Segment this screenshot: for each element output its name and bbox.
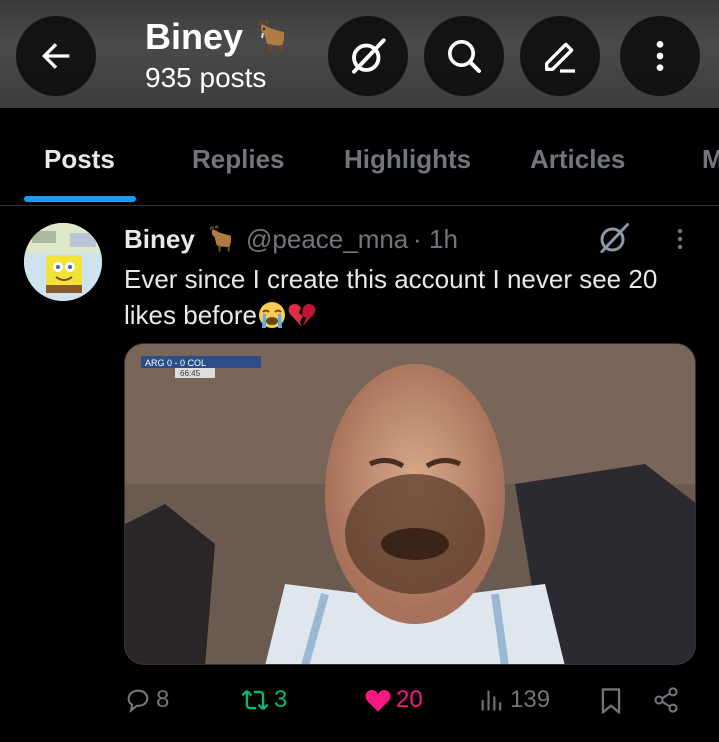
post-author-name[interactable]: Biney [124,224,195,255]
more-options-button[interactable] [620,16,700,96]
grok-icon [352,38,386,74]
post-timestamp[interactable]: 1h [429,224,458,255]
media-photo: ARG 0 - 0 COL 66:45 [125,344,695,664]
tab-articles[interactable]: Articles [530,144,625,175]
goat-emoji-icon [258,19,284,51]
share-icon [654,687,678,713]
repost-button[interactable]: 3 [240,686,287,714]
like-button[interactable]: 20 [364,686,423,714]
share-button[interactable] [652,686,684,714]
heart-icon [365,690,391,712]
active-tab-indicator [24,196,136,202]
tab-highlights[interactable]: Highlights [344,144,471,175]
broken-heart-icon [288,304,316,327]
edit-profile-button[interactable] [520,16,600,96]
tab-media[interactable]: M [702,144,719,175]
post-text: Ever since I create this account I never… [124,261,704,333]
post-count: 935 posts [145,62,267,93]
repost-icon [241,689,269,711]
profile-name: Biney [145,16,244,57]
grok-button[interactable] [328,16,408,96]
loudly-crying-face-icon [258,302,285,328]
reply-button[interactable]: 8 [124,686,169,714]
more-icon [656,41,664,71]
search-button[interactable] [424,16,504,96]
avatar[interactable] [24,223,102,301]
post-author-handle[interactable]: @peace_mna [246,224,408,255]
media-scoreboard: ARG 0 - 0 COL [145,358,206,368]
goat-emoji-icon [209,225,231,252]
post-body: Ever since I create this account I never… [124,264,658,330]
edit-icon [545,42,575,73]
tab-replies[interactable]: Replies [192,144,285,175]
media-clock: 66:45 [180,369,201,378]
grok-icon[interactable] [594,220,634,256]
search-icon [448,40,481,73]
profile-header: Biney 935 posts [0,0,719,108]
back-button[interactable] [16,16,96,96]
profile-tabs: Posts Replies Highlights Articles M [0,108,719,206]
reply-count: 8 [156,686,170,713]
separator-dot: · [413,224,422,254]
post-more-icon[interactable] [668,224,692,254]
reply-icon [127,689,149,714]
views-icon [481,690,502,711]
views-button[interactable]: 139 [478,686,550,714]
bookmark-icon [601,688,621,714]
post-media-image[interactable]: ARG 0 - 0 COL 66:45 [124,343,696,665]
repost-count: 3 [274,686,288,713]
like-count: 20 [396,686,423,713]
view-count: 139 [510,686,551,713]
bookmark-button[interactable] [598,686,628,716]
back-arrow-icon [42,43,70,69]
tab-posts[interactable]: Posts [44,144,115,175]
avatar-image [24,223,102,301]
